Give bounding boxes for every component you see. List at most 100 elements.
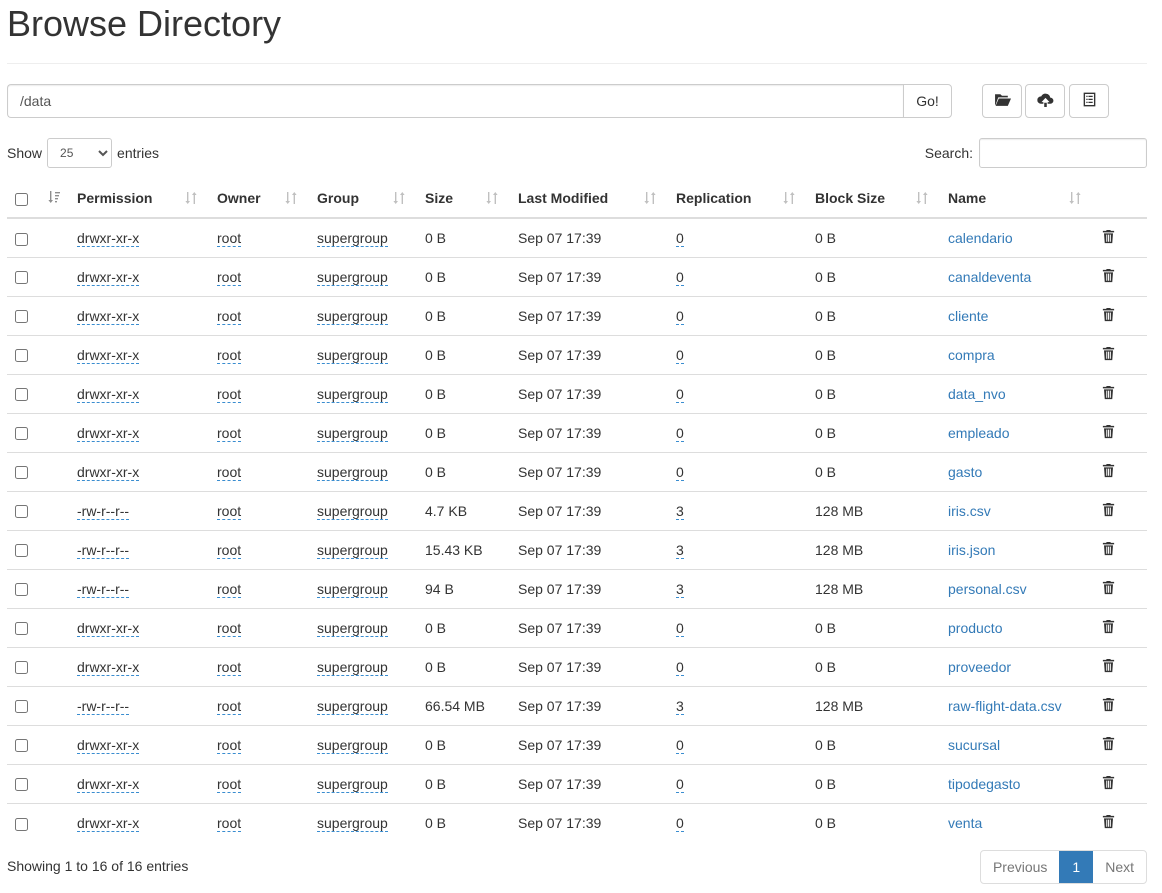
create-directory-button[interactable] — [982, 84, 1022, 118]
permission-value[interactable]: -rw-r--r-- — [77, 502, 130, 520]
trash-icon[interactable] — [1101, 658, 1116, 673]
file-name-link[interactable]: personal.csv — [948, 581, 1027, 597]
owner-value[interactable]: root — [217, 502, 242, 520]
owner-value[interactable]: root — [217, 814, 242, 832]
go-button[interactable]: Go! — [903, 84, 952, 118]
group-value[interactable]: supergroup — [317, 814, 388, 832]
owner-value[interactable]: root — [217, 580, 242, 598]
page-1-button[interactable]: 1 — [1059, 851, 1094, 883]
owner-value[interactable]: root — [217, 346, 242, 364]
file-name-link[interactable]: producto — [948, 620, 1002, 636]
permission-value[interactable]: -rw-r--r-- — [77, 580, 130, 598]
trash-icon[interactable] — [1101, 346, 1116, 361]
group-value[interactable]: supergroup — [317, 658, 388, 676]
group-value[interactable]: supergroup — [317, 424, 388, 442]
permission-value[interactable]: drwxr-xr-x — [77, 463, 140, 481]
permission-value[interactable]: drwxr-xr-x — [77, 307, 140, 325]
row-checkbox[interactable] — [15, 505, 28, 519]
group-value[interactable]: supergroup — [317, 775, 388, 793]
permission-value[interactable]: drwxr-xr-x — [77, 814, 140, 832]
row-checkbox[interactable] — [15, 583, 28, 597]
select-all-checkbox[interactable] — [15, 192, 28, 206]
permission-value[interactable]: drwxr-xr-x — [77, 619, 140, 637]
owner-value[interactable]: root — [217, 619, 242, 637]
group-column-header[interactable]: Group — [309, 179, 417, 219]
replication-value[interactable]: 3 — [676, 580, 684, 598]
replication-column-header[interactable]: Replication — [668, 179, 807, 219]
replication-value[interactable]: 0 — [676, 385, 684, 403]
file-name-link[interactable]: iris.csv — [948, 503, 991, 519]
cut-paste-button[interactable] — [1069, 84, 1109, 118]
trash-icon[interactable] — [1101, 580, 1116, 595]
name-column-header[interactable]: Name — [940, 179, 1093, 219]
row-checkbox[interactable] — [15, 427, 28, 441]
permission-value[interactable]: drwxr-xr-x — [77, 775, 140, 793]
row-checkbox[interactable] — [15, 310, 28, 324]
file-name-link[interactable]: raw-flight-data.csv — [948, 698, 1062, 714]
trash-icon[interactable] — [1101, 463, 1116, 478]
trash-icon[interactable] — [1101, 736, 1116, 751]
file-name-link[interactable]: data_nvo — [948, 386, 1006, 402]
group-value[interactable]: supergroup — [317, 502, 388, 520]
group-value[interactable]: supergroup — [317, 580, 388, 598]
permission-value[interactable]: drwxr-xr-x — [77, 346, 140, 364]
replication-value[interactable]: 0 — [676, 268, 684, 286]
file-name-link[interactable]: proveedor — [948, 659, 1011, 675]
row-checkbox[interactable] — [15, 544, 28, 558]
row-checkbox[interactable] — [15, 271, 28, 285]
sort-column-header[interactable] — [37, 179, 69, 219]
directory-path-input[interactable] — [7, 84, 903, 118]
row-checkbox[interactable] — [15, 622, 28, 636]
row-checkbox[interactable] — [15, 700, 28, 714]
last-modified-column-header[interactable]: Last Modified — [510, 179, 668, 219]
file-name-link[interactable]: empleado — [948, 425, 1010, 441]
owner-value[interactable]: root — [217, 229, 242, 247]
permission-column-header[interactable]: Permission — [69, 179, 209, 219]
file-name-link[interactable]: iris.json — [948, 542, 995, 558]
owner-value[interactable]: root — [217, 775, 242, 793]
permission-value[interactable]: -rw-r--r-- — [77, 697, 130, 715]
file-name-link[interactable]: gasto — [948, 464, 982, 480]
file-name-link[interactable]: cliente — [948, 308, 988, 324]
permission-value[interactable]: drwxr-xr-x — [77, 229, 140, 247]
permission-value[interactable]: drwxr-xr-x — [77, 658, 140, 676]
replication-value[interactable]: 0 — [676, 658, 684, 676]
owner-value[interactable]: root — [217, 697, 242, 715]
owner-value[interactable]: root — [217, 736, 242, 754]
file-name-link[interactable]: compra — [948, 347, 995, 363]
trash-icon[interactable] — [1101, 775, 1116, 790]
block-size-column-header[interactable]: Block Size — [807, 179, 940, 219]
trash-icon[interactable] — [1101, 814, 1116, 829]
row-checkbox[interactable] — [15, 661, 28, 675]
row-checkbox[interactable] — [15, 388, 28, 402]
owner-value[interactable]: root — [217, 307, 242, 325]
group-value[interactable]: supergroup — [317, 346, 388, 364]
trash-icon[interactable] — [1101, 697, 1116, 712]
group-value[interactable]: supergroup — [317, 541, 388, 559]
next-page-button[interactable]: Next — [1093, 851, 1146, 883]
permission-value[interactable]: drwxr-xr-x — [77, 268, 140, 286]
group-value[interactable]: supergroup — [317, 385, 388, 403]
permission-value[interactable]: drwxr-xr-x — [77, 424, 140, 442]
row-checkbox[interactable] — [15, 349, 28, 363]
group-value[interactable]: supergroup — [317, 697, 388, 715]
owner-value[interactable]: root — [217, 268, 242, 286]
replication-value[interactable]: 0 — [676, 814, 684, 832]
permission-value[interactable]: drwxr-xr-x — [77, 385, 140, 403]
permission-value[interactable]: -rw-r--r-- — [77, 541, 130, 559]
trash-icon[interactable] — [1101, 541, 1116, 556]
entries-per-page-select[interactable]: 25 — [47, 138, 113, 168]
group-value[interactable]: supergroup — [317, 619, 388, 637]
row-checkbox[interactable] — [15, 739, 28, 753]
replication-value[interactable]: 0 — [676, 619, 684, 637]
owner-value[interactable]: root — [217, 658, 242, 676]
search-input[interactable] — [979, 138, 1147, 168]
group-value[interactable]: supergroup — [317, 463, 388, 481]
replication-value[interactable]: 3 — [676, 502, 684, 520]
file-name-link[interactable]: tipodegasto — [948, 776, 1020, 792]
group-value[interactable]: supergroup — [317, 307, 388, 325]
replication-value[interactable]: 0 — [676, 424, 684, 442]
replication-value[interactable]: 3 — [676, 697, 684, 715]
trash-icon[interactable] — [1101, 424, 1116, 439]
upload-files-button[interactable] — [1025, 84, 1065, 118]
